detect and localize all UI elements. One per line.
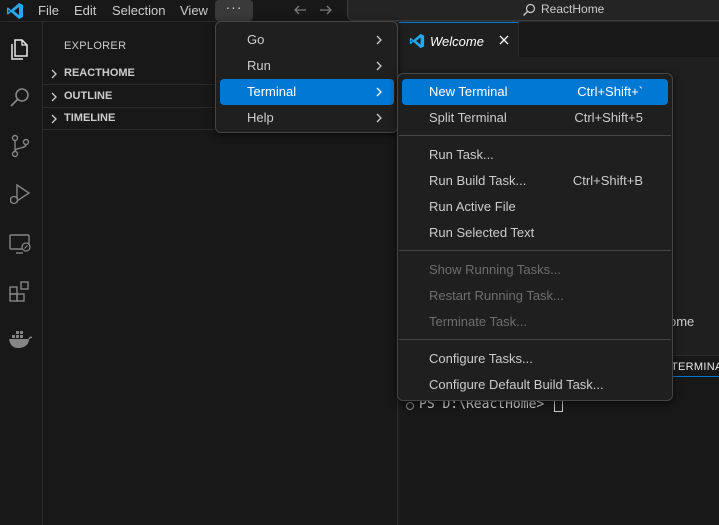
run-debug-icon[interactable]	[7, 181, 33, 207]
menu-file[interactable]: File	[32, 0, 65, 22]
menu-item-run-build-task[interactable]: Run Build Task... Ctrl+Shift+B	[402, 168, 668, 194]
menu-item-label: Run Selected Text	[429, 225, 535, 240]
menu-edit[interactable]: Edit	[68, 0, 102, 22]
menu-item-help[interactable]: Help	[220, 105, 394, 131]
source-control-icon[interactable]	[7, 133, 33, 159]
menu-item-shortcut: Ctrl+Shift+B	[572, 173, 643, 188]
menu-item-label: Configure Tasks...	[429, 351, 533, 366]
menu-item-run-selected-text[interactable]: Run Selected Text	[402, 220, 668, 246]
terminal-status-dot	[406, 402, 414, 410]
menu-item-terminate-task: Terminate Task...	[402, 309, 668, 335]
menu-item-label: Configure Default Build Task...	[429, 377, 604, 392]
menu-item-label: Help	[247, 110, 274, 125]
section-label: TIMELINE	[64, 112, 116, 124]
menu-item-label: Split Terminal	[429, 110, 507, 125]
section-label: REACTHOME	[64, 67, 135, 79]
extensions-icon[interactable]	[7, 278, 33, 304]
explorer-icon[interactable]	[7, 36, 33, 62]
title-bar: File Edit Selection View ··· ReactHome	[0, 0, 719, 22]
menu-item-label: Run Build Task...	[429, 173, 527, 188]
chevron-right-icon	[376, 61, 382, 71]
menu-item-label: Go	[247, 32, 265, 47]
menu-item-go[interactable]: Go	[220, 27, 394, 53]
menu-view[interactable]: View	[174, 0, 214, 22]
menu-selection[interactable]: Selection	[106, 0, 171, 22]
menu-item-new-terminal[interactable]: New Terminal Ctrl+Shift+`	[402, 79, 668, 105]
chevron-right-icon	[51, 114, 57, 124]
chevron-right-icon	[376, 87, 382, 97]
activity-bar	[0, 22, 43, 525]
menu-item-split-terminal[interactable]: Split Terminal Ctrl+Shift+5	[402, 105, 668, 131]
chevron-right-icon	[376, 35, 382, 45]
chevron-right-icon	[51, 69, 57, 79]
chevron-right-icon	[376, 113, 382, 123]
back-arrow-icon[interactable]	[292, 2, 308, 18]
command-center-label: ReactHome	[541, 2, 605, 16]
section-label: OUTLINE	[64, 90, 113, 102]
sidebar-title: EXPLORER	[64, 40, 127, 52]
chevron-right-icon	[51, 92, 57, 102]
vscode-logo-icon	[409, 33, 425, 49]
menu-item-configure-default-build-task[interactable]: Configure Default Build Task...	[402, 372, 668, 398]
search-icon	[523, 3, 536, 16]
menu-item-label: Run Active File	[429, 199, 516, 214]
remote-explorer-icon[interactable]	[7, 230, 33, 256]
menu-item-shortcut: Ctrl+Shift+`	[577, 84, 643, 99]
forward-arrow-icon[interactable]	[318, 2, 334, 18]
menu-item-label: Run	[247, 58, 271, 73]
menu-item-label: Run Task...	[429, 147, 494, 162]
overflow-menu: Go Run Terminal Help	[215, 21, 398, 133]
menu-item-shortcut: Ctrl+Shift+5	[574, 110, 643, 125]
menu-item-restart-running-task: Restart Running Task...	[402, 283, 668, 309]
menu-item-label: Show Running Tasks...	[429, 262, 561, 277]
menu-item-label: New Terminal	[429, 84, 508, 99]
terminal-submenu: New Terminal Ctrl+Shift+` Split Terminal…	[397, 73, 673, 401]
menu-separator	[399, 135, 671, 136]
close-icon[interactable]	[497, 33, 511, 47]
vscode-logo-icon	[7, 3, 23, 19]
tab-welcome[interactable]: Welcome	[399, 22, 519, 57]
menu-item-configure-tasks[interactable]: Configure Tasks...	[402, 346, 668, 372]
editor-tabs: Welcome	[399, 22, 719, 57]
tab-label: Welcome	[430, 34, 484, 49]
menu-item-label: Terminal	[247, 84, 297, 99]
menu-item-label: Restart Running Task...	[429, 288, 564, 303]
tab-terminal[interactable]: TERMINAL	[671, 361, 719, 377]
menu-item-label: Terminate Task...	[429, 314, 528, 329]
menu-separator	[399, 339, 671, 340]
menu-item-show-running-tasks: Show Running Tasks...	[402, 257, 668, 283]
command-center-search[interactable]: ReactHome	[347, 0, 719, 21]
more-menus-button[interactable]: ···	[215, 0, 253, 21]
menu-item-run-active-file[interactable]: Run Active File	[402, 194, 668, 220]
vscode-window: File Edit Selection View ··· ReactHome E…	[0, 0, 719, 525]
menu-separator	[399, 250, 671, 251]
search-icon[interactable]	[7, 85, 33, 111]
menu-item-run-task[interactable]: Run Task...	[402, 142, 668, 168]
docker-icon[interactable]	[7, 326, 33, 352]
menu-item-terminal[interactable]: Terminal	[220, 79, 394, 105]
menu-item-run[interactable]: Run	[220, 53, 394, 79]
